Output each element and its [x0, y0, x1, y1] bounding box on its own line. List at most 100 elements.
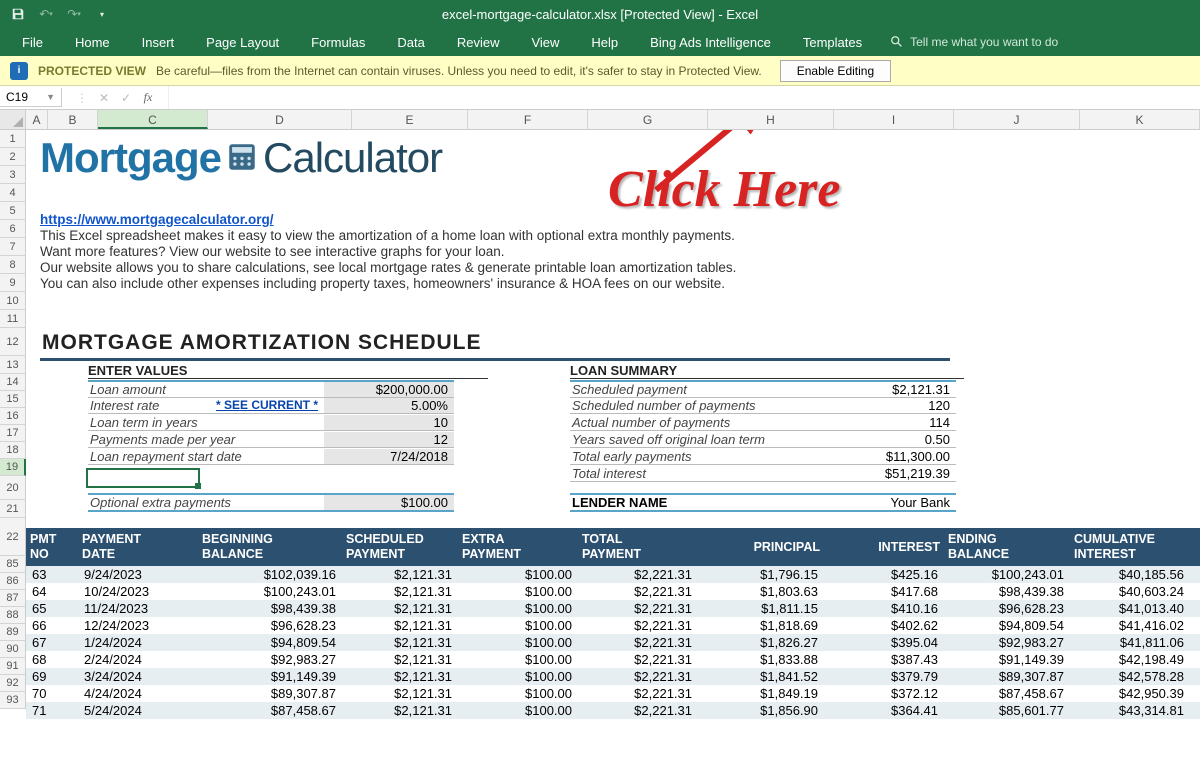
tab-templates[interactable]: Templates: [789, 29, 876, 56]
row-header[interactable]: 93: [0, 692, 26, 709]
row-header[interactable]: 20: [0, 476, 26, 500]
cancel-icon[interactable]: ✕: [96, 91, 112, 105]
row-header[interactable]: 89: [0, 624, 26, 641]
row-header[interactable]: 9: [0, 274, 26, 292]
cell-value[interactable]: 7/24/2018: [324, 449, 454, 465]
tab-view[interactable]: View: [517, 29, 573, 56]
desc-line: You can also include other expenses incl…: [40, 276, 736, 291]
col-header[interactable]: E: [352, 110, 468, 129]
table-header-cell[interactable]: BEGINNINGBALANCE: [198, 532, 342, 562]
website-link[interactable]: https://www.mortgagecalculator.org/: [40, 212, 274, 227]
row-header[interactable]: 19: [0, 459, 26, 476]
tab-review[interactable]: Review: [443, 29, 514, 56]
loan-summary-title: LOAN SUMMARY: [570, 363, 964, 379]
row-header[interactable]: 17: [0, 425, 26, 442]
select-all-button[interactable]: [0, 110, 26, 129]
table-row[interactable]: 6410/24/2023$100,243.01$2,121.31$100.00$…: [26, 583, 1200, 600]
table-row[interactable]: 6612/24/2023$96,628.23$2,121.31$100.00$2…: [26, 617, 1200, 634]
row-header[interactable]: 14: [0, 374, 26, 391]
annotation-click-here: Click Here: [608, 160, 841, 219]
tab-data[interactable]: Data: [383, 29, 438, 56]
table-cell: $2,221.31: [578, 669, 698, 684]
col-header-active[interactable]: C: [98, 110, 208, 129]
table-row[interactable]: 704/24/2024$89,307.87$2,121.31$100.00$2,…: [26, 685, 1200, 702]
redo-icon[interactable]: ↷ ▾: [64, 4, 84, 24]
table-cell: $2,221.31: [578, 703, 698, 718]
see-current-link[interactable]: * SEE CURRENT *: [216, 398, 318, 413]
column-headers: A B C D E F G H I J K: [0, 110, 1200, 130]
table-header-cell[interactable]: PAYMENTDATE: [78, 532, 198, 562]
worksheet-grid[interactable]: 1234567891011121314151617181920212285868…: [0, 130, 1200, 709]
row-header[interactable]: 3: [0, 166, 26, 184]
table-header-cell[interactable]: SCHEDULEDPAYMENT: [342, 532, 458, 562]
table-header-cell[interactable]: CUMULATIVEINTEREST: [1070, 532, 1190, 562]
table-header-cell[interactable]: PMTNO: [26, 532, 78, 562]
qat-customize-icon[interactable]: ▾: [92, 4, 112, 24]
col-header[interactable]: D: [208, 110, 352, 129]
row-header[interactable]: 85: [0, 556, 26, 573]
table-row[interactable]: 639/24/2023$102,039.16$2,121.31$100.00$2…: [26, 566, 1200, 583]
table-header-cell[interactable]: ENDINGBALANCE: [944, 532, 1070, 562]
row-header[interactable]: 1: [0, 130, 26, 148]
cell-value[interactable]: 12: [324, 432, 454, 448]
table-row[interactable]: 6511/24/2023$98,439.38$2,121.31$100.00$2…: [26, 600, 1200, 617]
undo-icon[interactable]: ↶ ▾: [36, 4, 56, 24]
table-row[interactable]: 693/24/2024$91,149.39$2,121.31$100.00$2,…: [26, 668, 1200, 685]
enter-icon[interactable]: ✓: [118, 91, 134, 105]
tab-file[interactable]: File: [8, 29, 57, 56]
row-header[interactable]: 92: [0, 675, 26, 692]
table-header-cell[interactable]: INTEREST: [824, 540, 944, 555]
row-header[interactable]: 22: [0, 518, 26, 556]
row-header[interactable]: 16: [0, 408, 26, 425]
row-header[interactable]: 2: [0, 148, 26, 166]
row-header[interactable]: 87: [0, 590, 26, 607]
row-header[interactable]: 12: [0, 328, 26, 356]
row-header[interactable]: 5: [0, 202, 26, 220]
save-icon[interactable]: [8, 4, 28, 24]
row-header[interactable]: 15: [0, 391, 26, 408]
row-header[interactable]: 88: [0, 607, 26, 624]
row-header[interactable]: 86: [0, 573, 26, 590]
table-header-cell[interactable]: TOTALPAYMENT: [578, 532, 698, 562]
row-header[interactable]: 13: [0, 356, 26, 374]
table-row[interactable]: 671/24/2024$94,809.54$2,121.31$100.00$2,…: [26, 634, 1200, 651]
col-header[interactable]: F: [468, 110, 588, 129]
active-cell[interactable]: [86, 468, 200, 488]
table-header-cell[interactable]: PRINCIPAL: [698, 540, 824, 555]
tab-insert[interactable]: Insert: [128, 29, 189, 56]
col-header[interactable]: G: [588, 110, 708, 129]
tab-page-layout[interactable]: Page Layout: [192, 29, 293, 56]
tab-bing-ads[interactable]: Bing Ads Intelligence: [636, 29, 785, 56]
name-box[interactable]: C19▼: [0, 88, 62, 107]
col-header[interactable]: K: [1080, 110, 1200, 129]
row-header[interactable]: 11: [0, 310, 26, 328]
table-row[interactable]: 682/24/2024$92,983.27$2,121.31$100.00$2,…: [26, 651, 1200, 668]
tab-formulas[interactable]: Formulas: [297, 29, 379, 56]
row-header[interactable]: 10: [0, 292, 26, 310]
lender-value[interactable]: Your Bank: [820, 493, 956, 512]
table-header-cell[interactable]: EXTRAPAYMENT: [458, 532, 578, 562]
row-header[interactable]: 4: [0, 184, 26, 202]
table-row[interactable]: 715/24/2024$87,458.67$2,121.31$100.00$2,…: [26, 702, 1200, 719]
enable-editing-button[interactable]: Enable Editing: [780, 60, 891, 82]
col-header[interactable]: A: [26, 110, 48, 129]
row-header[interactable]: 6: [0, 220, 26, 238]
tab-help[interactable]: Help: [577, 29, 632, 56]
col-header[interactable]: J: [954, 110, 1080, 129]
col-header[interactable]: H: [708, 110, 834, 129]
fx-icon[interactable]: fx: [140, 90, 156, 105]
col-header[interactable]: I: [834, 110, 954, 129]
row-header[interactable]: 8: [0, 256, 26, 274]
row-header[interactable]: 90: [0, 641, 26, 658]
row-header[interactable]: 91: [0, 658, 26, 675]
row-header[interactable]: 18: [0, 442, 26, 459]
tab-home[interactable]: Home: [61, 29, 124, 56]
row-header[interactable]: 7: [0, 238, 26, 256]
cell-value[interactable]: 5.00%: [324, 398, 454, 414]
tell-me-search[interactable]: Tell me what you want to do: [890, 35, 1058, 49]
formula-input[interactable]: [168, 86, 1200, 109]
cell-value[interactable]: 10: [324, 415, 454, 431]
row-header[interactable]: 21: [0, 500, 26, 518]
col-header[interactable]: B: [48, 110, 98, 129]
cell-value[interactable]: $200,000.00: [324, 380, 454, 398]
